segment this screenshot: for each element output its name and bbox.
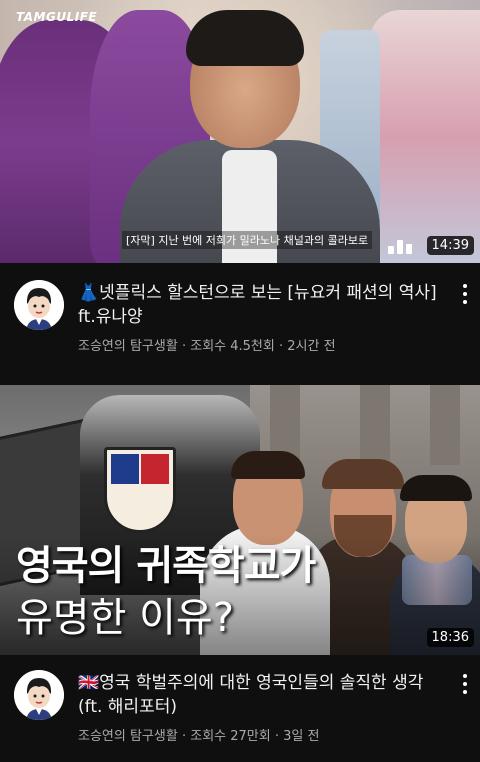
host-hair bbox=[186, 10, 304, 66]
more-vertical-icon[interactable] bbox=[460, 674, 470, 694]
separator: · bbox=[181, 729, 187, 744]
channel-avatar[interactable] bbox=[14, 280, 64, 330]
subtitle-caption: [자막] 지난 번에 저희가 밀라노나 채널과의 콜라보로 bbox=[122, 231, 373, 249]
avatar-cartoon-icon bbox=[14, 670, 64, 720]
separator: · bbox=[181, 339, 187, 354]
channel-watermark: TAMGULIFE bbox=[16, 10, 98, 24]
video-meta-2: 🇬🇧영국 학벌주의에 대한 영국인들의 솔직한 생각 (ft. 해리포터) 조승… bbox=[0, 655, 480, 762]
separator: · bbox=[278, 339, 284, 354]
thumbnail-headline-1: 영국의 귀족학교가 bbox=[16, 543, 316, 589]
upload-age: 3일 전 bbox=[283, 729, 320, 744]
channel-name[interactable]: 조승연의 탐구생활 bbox=[78, 729, 178, 744]
dress-icon: 👗 bbox=[78, 283, 100, 303]
thumbnail-headline-2: 유명한 이유? bbox=[16, 595, 234, 641]
video-title[interactable]: 🇬🇧영국 학벌주의에 대한 영국인들의 솔직한 생각 (ft. 해리포터) bbox=[78, 671, 438, 719]
upload-age: 2시간 전 bbox=[287, 339, 336, 354]
guest-2-hair bbox=[322, 459, 404, 489]
video-title-text: 영국 학벌주의에 대한 영국인들의 솔직한 생각 (ft. 해리포터) bbox=[78, 673, 424, 717]
video-subtitle: 조승연의 탐구생활 · 조회수 27만회 · 3일 전 bbox=[78, 725, 319, 744]
avatar-cartoon-icon bbox=[14, 280, 64, 330]
school-crest bbox=[104, 447, 176, 533]
channel-name[interactable]: 조승연의 탐구생활 bbox=[78, 339, 178, 354]
view-count: 조회수 4.5천회 bbox=[190, 339, 275, 354]
guest-1-hair bbox=[231, 451, 305, 479]
view-count: 조회수 27만회 bbox=[190, 729, 271, 744]
separator: · bbox=[274, 729, 279, 744]
uk-flag-icon: 🇬🇧 bbox=[78, 673, 100, 693]
video-title-text: 넷플릭스 할스턴으로 보는 [뉴요커 패션의 역사] ft.유나양 bbox=[78, 283, 437, 327]
video-meta-1: 👗넷플릭스 할스턴으로 보는 [뉴요커 패션의 역사] ft.유나양 조승연의 … bbox=[0, 263, 480, 385]
host-hair bbox=[400, 475, 472, 501]
duration-badge: 18:36 bbox=[426, 628, 474, 647]
video-thumbnail-2[interactable]: 영국의 귀족학교가 유명한 이유? 18:36 bbox=[0, 385, 480, 655]
clothing-rack bbox=[370, 10, 480, 263]
video-thumbnail-1[interactable]: TAMGULIFE [자막] 지난 번에 저희가 밀라노나 채널과의 콜라보로 … bbox=[0, 0, 480, 263]
video-subtitle: 조승연의 탐구생활 · 조회수 4.5천회 · 2시간 전 bbox=[78, 335, 336, 354]
more-vertical-icon[interactable] bbox=[460, 284, 470, 304]
audio-bars-icon bbox=[388, 236, 412, 254]
video-title[interactable]: 👗넷플릭스 할스턴으로 보는 [뉴요커 패션의 역사] ft.유나양 bbox=[78, 281, 438, 329]
duration-badge: 14:39 bbox=[426, 236, 474, 255]
channel-avatar[interactable] bbox=[14, 670, 64, 720]
